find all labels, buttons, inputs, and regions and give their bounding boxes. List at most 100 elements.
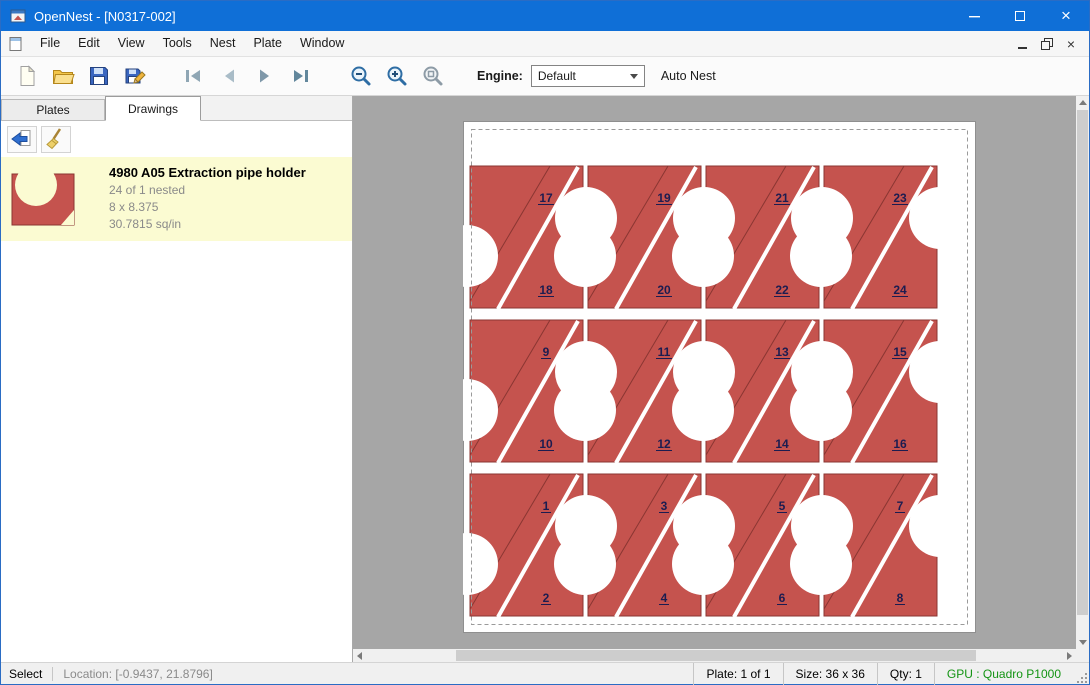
svg-text:16: 16	[893, 437, 907, 451]
panel-tabstrip: Plates Drawings	[1, 96, 352, 121]
svg-text:7: 7	[897, 499, 904, 513]
mdi-minimize-button[interactable]	[1011, 33, 1035, 55]
arrow-left-icon	[357, 652, 362, 660]
mdi-close-button[interactable]: ×	[1059, 33, 1083, 55]
previous-plate-button[interactable]	[211, 60, 247, 92]
status-gpu: GPU : Quadro P1000	[934, 663, 1073, 685]
first-plate-button[interactable]	[175, 60, 211, 92]
window-title: OpenNest - [N0317-002]	[34, 9, 176, 24]
next-plate-button[interactable]	[247, 60, 283, 92]
document-icon	[8, 36, 24, 52]
close-icon: ×	[1061, 6, 1071, 26]
svg-text:20: 20	[657, 283, 671, 297]
last-plate-button[interactable]	[283, 60, 319, 92]
svg-text:14: 14	[775, 437, 789, 451]
vertical-scrollbar[interactable]	[1076, 96, 1089, 649]
horizontal-scrollbar-thumb[interactable]	[456, 650, 976, 661]
window-maximize-button[interactable]	[997, 1, 1043, 31]
save-as-icon	[123, 64, 147, 88]
scroll-right-button[interactable]	[1063, 649, 1076, 662]
menu-tools[interactable]: Tools	[154, 31, 201, 56]
resize-grip[interactable]	[1073, 663, 1089, 685]
menu-file[interactable]: File	[31, 31, 69, 56]
arrow-left-icon	[10, 127, 34, 151]
svg-text:11: 11	[658, 345, 671, 359]
svg-text:9: 9	[543, 345, 550, 359]
drawing-title: 4980 A05 Extraction pipe holder	[109, 165, 306, 180]
window-minimize-button[interactable]	[951, 1, 997, 31]
main-toolbar: Engine: Default Auto Nest	[1, 57, 1089, 96]
svg-text:8: 8	[897, 591, 904, 605]
tab-plates[interactable]: Plates	[1, 99, 105, 120]
zoom-fit-button[interactable]	[415, 60, 451, 92]
grip-dots-icon	[1076, 672, 1089, 685]
svg-text:13: 13	[775, 345, 789, 359]
svg-text:15: 15	[893, 345, 907, 359]
drawing-nested-count: 24 of 1 nested	[109, 183, 306, 197]
nav-last-icon	[289, 64, 313, 88]
open-folder-icon	[51, 64, 75, 88]
svg-text:5: 5	[779, 499, 786, 513]
app-window: OpenNest - [N0317-002] × File Edit View …	[0, 0, 1090, 685]
zoom-out-icon	[349, 64, 373, 88]
status-plate-size: Size: 36 x 36	[783, 663, 877, 685]
minimize-icon	[1017, 38, 1029, 50]
svg-text:19: 19	[657, 191, 671, 205]
svg-text:23: 23	[893, 191, 907, 205]
nested-parts[interactable]: 171819202122232491011121314151612345678	[463, 121, 976, 633]
scroll-down-button[interactable]	[1076, 636, 1089, 649]
clear-drawings-button[interactable]	[41, 126, 71, 153]
menu-plate[interactable]: Plate	[244, 31, 291, 56]
horizontal-scrollbar[interactable]	[353, 649, 1076, 662]
zoom-out-button[interactable]	[343, 60, 379, 92]
replace-drawing-button[interactable]	[7, 126, 37, 153]
new-file-icon	[15, 64, 39, 88]
engine-value: Default	[532, 69, 630, 83]
save-button[interactable]	[81, 60, 117, 92]
drawing-area: 30.7815 sq/in	[109, 217, 306, 231]
arrow-down-icon	[1079, 640, 1087, 645]
zoom-in-icon	[385, 64, 409, 88]
menu-window[interactable]: Window	[291, 31, 353, 56]
side-panel: Plates Drawings	[1, 96, 353, 662]
svg-text:24: 24	[893, 283, 907, 297]
status-qty: Qty: 1	[877, 663, 934, 685]
status-bar: Select Location: [-0.9437, 21.8796] Plat…	[1, 662, 1089, 684]
tab-drawings[interactable]: Drawings	[105, 96, 201, 121]
drawing-list-item[interactable]: 4980 A05 Extraction pipe holder 24 of 1 …	[1, 157, 352, 241]
minimize-icon	[969, 11, 980, 22]
window-close-button[interactable]: ×	[1043, 1, 1089, 31]
engine-select[interactable]: Default	[531, 65, 645, 87]
app-icon	[10, 8, 26, 24]
new-file-button[interactable]	[9, 60, 45, 92]
svg-text:1: 1	[543, 499, 550, 513]
save-as-button[interactable]	[117, 60, 153, 92]
mdi-restore-button[interactable]	[1035, 33, 1059, 55]
menu-nest[interactable]: Nest	[201, 31, 245, 56]
menu-bar: File Edit View Tools Nest Plate Window ×	[1, 31, 1089, 57]
scroll-up-button[interactable]	[1076, 96, 1089, 109]
drawings-toolbar	[1, 121, 352, 157]
open-file-button[interactable]	[45, 60, 81, 92]
status-plate-count: Plate: 1 of 1	[693, 663, 782, 685]
engine-label: Engine:	[477, 69, 523, 83]
svg-text:22: 22	[775, 283, 789, 297]
zoom-in-button[interactable]	[379, 60, 415, 92]
svg-text:4: 4	[661, 591, 668, 605]
svg-text:18: 18	[539, 283, 553, 297]
arrow-up-icon	[1079, 100, 1087, 105]
broom-icon	[44, 127, 68, 151]
menu-view[interactable]: View	[109, 31, 154, 56]
nav-previous-icon	[217, 64, 241, 88]
nav-first-icon	[181, 64, 205, 88]
nest-canvas[interactable]: 171819202122232491011121314151612345678	[353, 96, 1089, 662]
scroll-left-button[interactable]	[353, 649, 366, 662]
vertical-scrollbar-thumb[interactable]	[1077, 110, 1088, 615]
plate-sheet: 171819202122232491011121314151612345678	[463, 121, 976, 633]
menu-edit[interactable]: Edit	[69, 31, 109, 56]
status-mode: Select	[1, 667, 52, 681]
drawing-info: 4980 A05 Extraction pipe holder 24 of 1 …	[109, 163, 306, 235]
drawing-thumbnail	[9, 165, 77, 229]
auto-nest-button[interactable]: Auto Nest	[661, 69, 716, 83]
restore-icon	[1041, 38, 1053, 50]
